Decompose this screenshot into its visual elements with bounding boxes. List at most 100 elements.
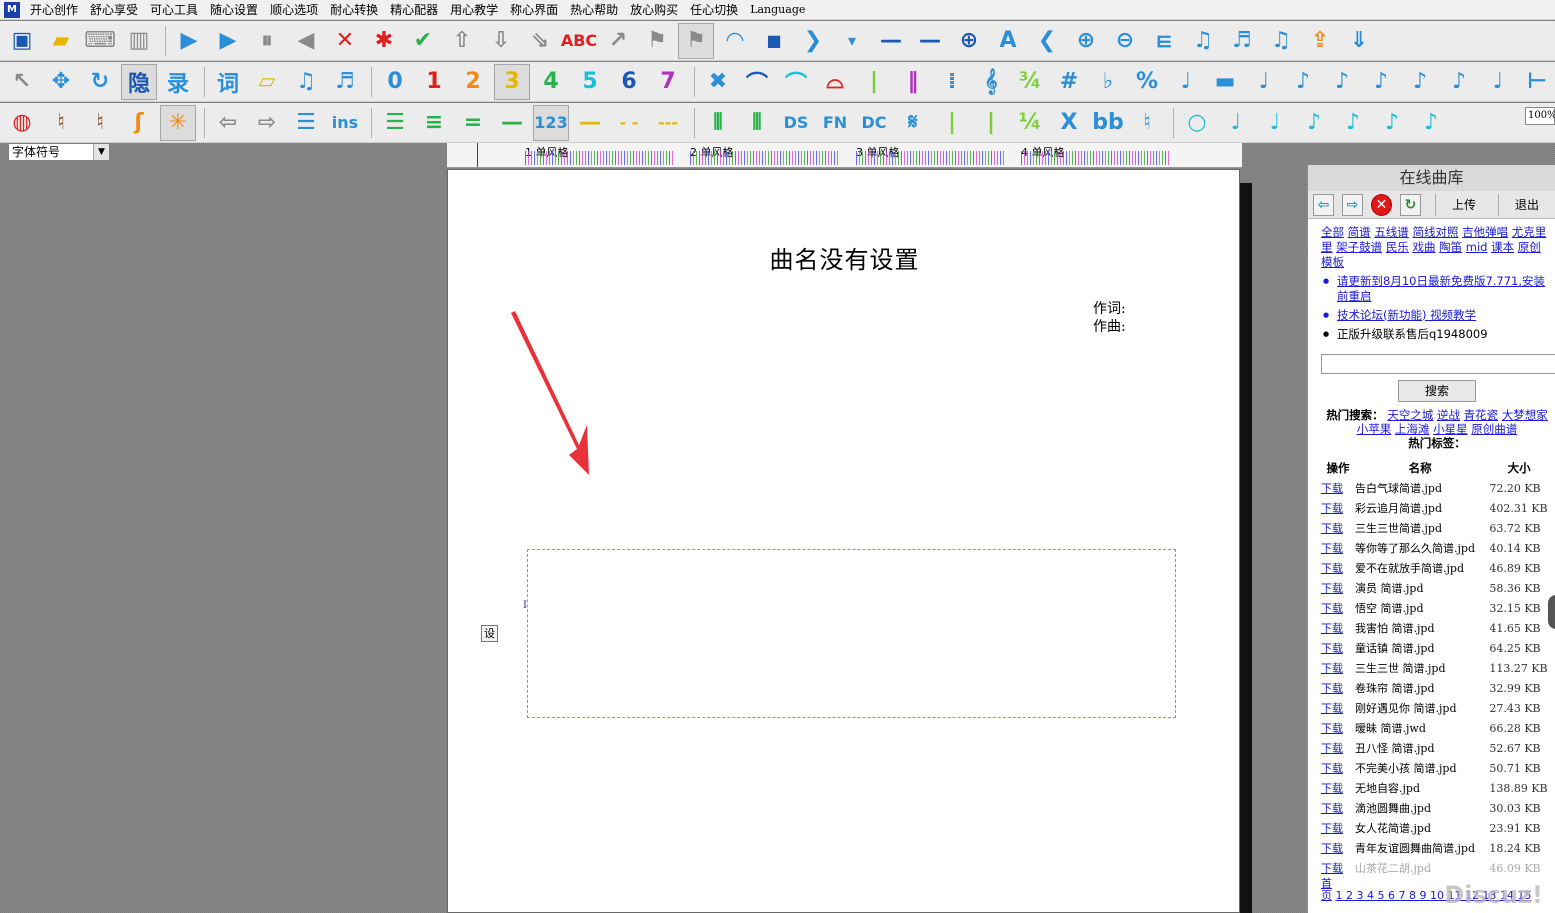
- download-icon[interactable]: ⇓: [1341, 23, 1377, 59]
- play-from-cursor-icon[interactable]: ▶: [210, 23, 246, 59]
- double-flat-button[interactable]: bb: [1090, 105, 1126, 141]
- bar-thin-icon[interactable]: |: [973, 105, 1009, 141]
- hot-search-link[interactable]: 小苹果: [1357, 422, 1392, 436]
- pause-icon[interactable]: ⏸: [249, 23, 285, 59]
- note-4-button[interactable]: 4: [533, 64, 569, 100]
- note-0-button[interactable]: 0: [377, 64, 413, 100]
- download-link[interactable]: 下载: [1321, 822, 1343, 835]
- category-link[interactable]: 陶笛: [1439, 240, 1462, 254]
- category-link[interactable]: 原创: [1518, 240, 1541, 254]
- repeat-icon[interactable]: ⁞: [934, 64, 970, 100]
- line-settings-button[interactable]: 设: [481, 625, 498, 642]
- download-link[interactable]: 下载: [1321, 562, 1343, 575]
- stop-back-icon[interactable]: ◀: [288, 23, 324, 59]
- note-5-button[interactable]: 5: [572, 64, 608, 100]
- search-button[interactable]: 搜索: [1398, 380, 1476, 402]
- download-link[interactable]: 下载: [1321, 602, 1343, 615]
- refresh-icon[interactable]: ↻: [1399, 193, 1421, 216]
- barline-icon[interactable]: |: [856, 64, 892, 100]
- download-link[interactable]: 下载: [1321, 742, 1343, 755]
- thirty-second-note-icon[interactable]: ♪: [1374, 105, 1410, 141]
- sixteenth-notes-icon[interactable]: ♬: [327, 64, 363, 100]
- category-link[interactable]: 模板: [1321, 255, 1344, 269]
- composer-label[interactable]: 作曲:: [1093, 316, 1126, 336]
- tie-icon[interactable]: ⌒: [739, 64, 775, 100]
- music-note-icon[interactable]: ♫: [1185, 23, 1221, 59]
- download-link[interactable]: 下载: [1321, 542, 1343, 555]
- beam-icon[interactable]: ♬: [1224, 23, 1260, 59]
- note-1-button[interactable]: 1: [416, 64, 452, 100]
- hot-search-link[interactable]: 小星星: [1433, 422, 1468, 436]
- save-icon[interactable]: ▣: [4, 23, 40, 59]
- hot-search-link[interactable]: 青花瓷: [1464, 408, 1499, 422]
- exit-button[interactable]: 退出: [1497, 193, 1555, 216]
- chevron-left-icon[interactable]: ❮: [1029, 23, 1065, 59]
- sharp-button[interactable]: #: [1051, 64, 1087, 100]
- menu-tools[interactable]: 可心工具: [144, 0, 204, 20]
- fermata-icon[interactable]: ⌓: [817, 64, 853, 100]
- select-arrow-icon[interactable]: ↗: [600, 23, 636, 59]
- flag-icon[interactable]: ⚑: [639, 23, 675, 59]
- note-7-button[interactable]: 7: [650, 64, 686, 100]
- flat-button[interactable]: ♭: [1090, 64, 1126, 100]
- check-up-icon[interactable]: ⇧: [444, 23, 480, 59]
- category-link[interactable]: 戏曲: [1412, 240, 1435, 254]
- drum-icon[interactable]: ◍: [4, 105, 40, 141]
- x-button[interactable]: X: [1051, 105, 1087, 141]
- treble-clef-icon[interactable]: 𝄞: [973, 64, 1009, 100]
- piano-icon[interactable]: ▥: [121, 23, 157, 59]
- sixteenth-note-icon[interactable]: ♪: [1324, 64, 1360, 100]
- lyric-button[interactable]: 词: [210, 64, 246, 100]
- staff-area[interactable]: [527, 549, 1176, 718]
- menu-create[interactable]: 开心创作: [24, 0, 84, 20]
- delete-note-icon[interactable]: ✕: [327, 23, 363, 59]
- chevron-down-icon[interactable]: ▾: [834, 23, 870, 59]
- eighth-notes-icon[interactable]: ♫: [288, 64, 324, 100]
- hot-search-link[interactable]: 天空之城: [1387, 408, 1433, 422]
- align-icon[interactable]: ☰: [288, 105, 324, 141]
- pipa-icon[interactable]: ♮: [82, 105, 118, 141]
- menu-interface[interactable]: 称心界面: [504, 0, 564, 20]
- time-signature-button[interactable]: ¾: [1012, 64, 1048, 100]
- menu-options[interactable]: 顺心选项: [264, 0, 324, 20]
- hot-search-link[interactable]: 逆战: [1437, 408, 1460, 422]
- double-barline-icon[interactable]: ‖: [895, 64, 931, 100]
- keyboard-icon[interactable]: ⌨: [82, 23, 118, 59]
- category-link[interactable]: 简谱: [1348, 225, 1371, 239]
- download-link[interactable]: 下载: [1321, 802, 1343, 815]
- line-2-icon[interactable]: - -: [611, 105, 647, 141]
- pager-page[interactable]: 页: [1321, 889, 1332, 902]
- ds-button[interactable]: DS: [778, 105, 814, 141]
- category-link[interactable]: 吉他弹唱: [1462, 225, 1508, 239]
- download-link[interactable]: 下载: [1321, 782, 1343, 795]
- menu-help[interactable]: 热心帮助: [564, 0, 624, 20]
- category-link[interactable]: mid: [1466, 240, 1488, 254]
- quarter-note-cyan-icon[interactable]: ♩: [1257, 105, 1293, 141]
- spacing-3-icon[interactable]: ≡: [416, 105, 452, 141]
- zoom-field[interactable]: 100%: [1525, 107, 1555, 125]
- chevron-right-icon[interactable]: ❯: [795, 23, 831, 59]
- spacing-1-icon[interactable]: —: [494, 105, 530, 141]
- pointer-icon[interactable]: ↖: [4, 64, 40, 100]
- eighth-note-icon[interactable]: ♪: [1285, 64, 1321, 100]
- download-link[interactable]: 下载: [1321, 662, 1343, 675]
- download-link[interactable]: 下载: [1321, 862, 1343, 875]
- crosshair-icon[interactable]: ⊕: [951, 23, 987, 59]
- tuplet-icon[interactable]: ㅌ: [1146, 23, 1182, 59]
- download-link[interactable]: 下载: [1321, 582, 1343, 595]
- notice-forum-link[interactable]: 技术论坛(新功能) 视频教学: [1321, 308, 1553, 323]
- numbered-notation-button[interactable]: 123: [533, 104, 569, 141]
- note-2-button[interactable]: 2: [455, 64, 491, 100]
- download-link[interactable]: 下载: [1321, 702, 1343, 715]
- delete-icon[interactable]: ✖: [700, 64, 736, 100]
- text-a-icon[interactable]: A: [990, 23, 1026, 59]
- arc-icon[interactable]: ◠: [717, 23, 753, 59]
- spacing-2-icon[interactable]: =: [455, 105, 491, 141]
- repeat-end-icon[interactable]: ⫴: [739, 105, 775, 141]
- x-note-icon[interactable]: ♪: [1363, 64, 1399, 100]
- menu-enjoy[interactable]: 舒心享受: [84, 0, 144, 20]
- line-1-icon[interactable]: —: [572, 105, 608, 141]
- natural-button[interactable]: %: [1129, 64, 1165, 100]
- download-link[interactable]: 下载: [1321, 722, 1343, 735]
- download-link[interactable]: 下载: [1321, 842, 1343, 855]
